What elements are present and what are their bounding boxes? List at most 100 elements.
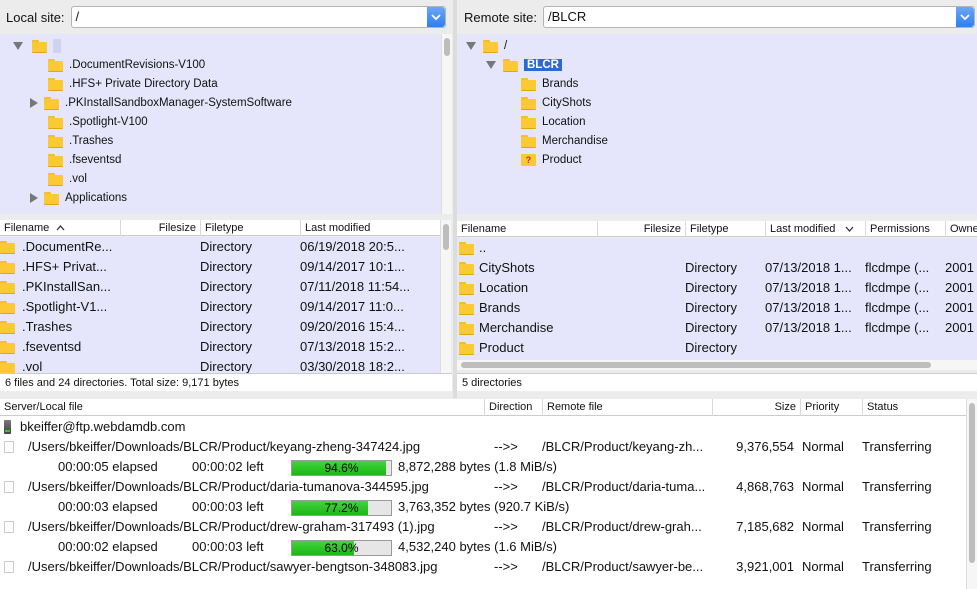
expanded-triangle-icon[interactable] bbox=[12, 40, 24, 52]
tree-item-blcr[interactable]: BLCR bbox=[485, 55, 562, 74]
column-last-modified[interactable]: Last modified bbox=[300, 220, 420, 236]
column-filetype[interactable]: Filetype bbox=[685, 221, 765, 237]
scrollbar-thumb[interactable] bbox=[443, 224, 449, 250]
list-item[interactable]: Product Directory bbox=[457, 338, 977, 358]
list-item[interactable]: .vol Directory 03/30/2018 18:2... bbox=[0, 357, 440, 373]
expanded-triangle-icon[interactable] bbox=[485, 59, 497, 71]
column-priority[interactable]: Priority bbox=[800, 399, 862, 416]
tree-item[interactable]: Applications bbox=[28, 188, 127, 207]
expanded-triangle-icon[interactable] bbox=[465, 40, 477, 52]
list-item[interactable]: .Trashes Directory 09/20/2016 15:4... bbox=[0, 317, 440, 337]
progress-bar: 63.0% bbox=[291, 540, 392, 556]
local-list-scrollbar[interactable] bbox=[440, 220, 451, 373]
chevron-down-icon bbox=[431, 13, 441, 20]
time-left: 00:00:02 left bbox=[192, 459, 264, 474]
column-filesize[interactable]: Filesize bbox=[597, 221, 685, 237]
local-site-path-value: / bbox=[75, 9, 80, 24]
tree-item[interactable]: Brands bbox=[521, 74, 578, 93]
column-status[interactable]: Status bbox=[862, 399, 966, 416]
column-label: Filename bbox=[461, 223, 507, 235]
file-owner: 2001 bbox=[945, 300, 974, 315]
file-modified: 07/13/2018 15:2... bbox=[300, 339, 405, 354]
remote-site-dropdown-button[interactable] bbox=[956, 7, 974, 27]
remote-file-list[interactable]: .. CityShots Directory 07/13/2018 1... flcd… bbox=[457, 238, 977, 360]
list-item[interactable]: .DocumentRe... Directory 06/19/2018 20:5..… bbox=[0, 237, 440, 257]
local-directory-tree[interactable]: .DocumentRevisions-V100 .HFS+ Private Di… bbox=[0, 34, 452, 214]
remote-file-path: /BLCR/Product/sawyer-be... bbox=[542, 559, 704, 574]
column-server-local-file[interactable]: Server/Local file bbox=[0, 399, 484, 416]
remote-site-path-input[interactable]: /BLCR bbox=[542, 6, 975, 28]
column-filename[interactable]: Filename bbox=[0, 220, 120, 236]
list-item[interactable]: Location Directory 07/13/2018 1... flcdmpe … bbox=[457, 278, 977, 298]
column-label: Filetype bbox=[205, 222, 244, 234]
column-direction[interactable]: Direction bbox=[484, 399, 542, 416]
column-size[interactable]: Size bbox=[712, 399, 800, 416]
queue-server-row[interactable]: bkeiffer@ftp.webdamdb.com bbox=[0, 417, 966, 437]
file-modified: 07/13/2018 1... bbox=[765, 320, 852, 335]
tree-item-label: .vol bbox=[69, 172, 87, 185]
queue-transfer-row[interactable]: /Users/bkeiffer/Downloads/BLCR/Product/s… bbox=[0, 557, 966, 577]
column-filetype[interactable]: Filetype bbox=[200, 220, 300, 236]
tree-item[interactable]: .Spotlight-V100 bbox=[48, 112, 148, 131]
list-item[interactable]: Merchandise Directory 07/13/2018 1... flcdm… bbox=[457, 318, 977, 338]
tree-item[interactable]: CityShots bbox=[521, 93, 591, 112]
queue-transfer-row[interactable]: /Users/bkeiffer/Downloads/BLCR/Product/d… bbox=[0, 477, 966, 497]
queue-scrollbar[interactable] bbox=[966, 399, 977, 589]
elapsed-time: 00:00:02 elapsed bbox=[58, 539, 158, 554]
tree-item[interactable]: ? Product bbox=[521, 150, 582, 169]
column-last-modified[interactable]: Last modified bbox=[765, 221, 865, 237]
local-file-list[interactable]: .DocumentRe... Directory 06/19/2018 20:5..… bbox=[0, 237, 440, 373]
tree-item-root[interactable] bbox=[12, 36, 61, 55]
scrollbar-thumb[interactable] bbox=[461, 362, 931, 368]
folder-icon bbox=[48, 58, 63, 72]
scrollbar-thumb[interactable] bbox=[969, 403, 975, 563]
file-name: Product bbox=[479, 340, 524, 355]
tree-item[interactable]: Merchandise bbox=[521, 131, 608, 150]
tree-item-label: .fseventsd bbox=[69, 153, 122, 166]
column-label: Direction bbox=[489, 401, 533, 413]
sort-ascending-icon bbox=[56, 225, 65, 231]
server-icon bbox=[4, 420, 11, 434]
queue-transfer-row[interactable]: /Users/bkeiffer/Downloads/BLCR/Product/d… bbox=[0, 517, 966, 537]
column-permissions[interactable]: Permissions bbox=[865, 221, 945, 237]
local-tree-scrollbar[interactable] bbox=[441, 34, 452, 214]
column-label: Owne bbox=[950, 223, 977, 235]
scrollbar-thumb[interactable] bbox=[444, 38, 450, 56]
transfer-queue[interactable]: Server/Local file Direction Remote file … bbox=[0, 399, 977, 589]
collapsed-triangle-icon[interactable] bbox=[28, 97, 40, 109]
tree-item-root[interactable]: / bbox=[465, 36, 507, 55]
list-item[interactable]: .PKInstallSan... Directory 07/11/2018 11:5… bbox=[0, 277, 440, 297]
queue-header: Server/Local file Direction Remote file … bbox=[0, 399, 966, 416]
tree-item[interactable]: .Trashes bbox=[48, 131, 113, 150]
tree-item[interactable]: .DocumentRevisions-V100 bbox=[48, 55, 205, 74]
file-size: 9,376,554 bbox=[736, 439, 794, 454]
column-filename[interactable]: Filename bbox=[457, 221, 597, 237]
column-filesize[interactable]: Filesize bbox=[120, 220, 200, 236]
local-site-dropdown-button[interactable] bbox=[427, 7, 445, 27]
file-type: Directory bbox=[685, 280, 738, 295]
tree-item[interactable]: .PKInstallSandboxManager-SystemSoftware bbox=[28, 93, 292, 112]
list-item-parent[interactable]: .. bbox=[457, 238, 977, 258]
tree-item[interactable]: .vol bbox=[48, 169, 87, 188]
file-modified: 07/13/2018 1... bbox=[765, 260, 852, 275]
tree-item[interactable]: .fseventsd bbox=[48, 150, 121, 169]
list-item[interactable]: .Spotlight-V1... Directory 09/14/2017 11:0… bbox=[0, 297, 440, 317]
tree-item-label: .Trashes bbox=[69, 134, 114, 147]
remote-file-path: /BLCR/Product/drew-grah... bbox=[542, 519, 702, 534]
column-owner[interactable]: Owne bbox=[945, 221, 977, 237]
collapsed-triangle-icon[interactable] bbox=[28, 192, 40, 204]
tree-item[interactable]: Location bbox=[521, 112, 585, 131]
tree-item[interactable]: .HFS+ Private Directory Data bbox=[48, 74, 218, 93]
column-remote-file[interactable]: Remote file bbox=[542, 399, 712, 416]
list-item[interactable]: .HFS+ Privat... Directory 09/14/2017 10:1.… bbox=[0, 257, 440, 277]
list-item[interactable]: Brands Directory 07/13/2018 1... flcdmpe (.… bbox=[457, 298, 977, 318]
folder-icon bbox=[503, 58, 518, 72]
local-site-path-input[interactable]: / bbox=[70, 6, 446, 28]
list-item[interactable]: CityShots Directory 07/13/2018 1... flcdmpe… bbox=[457, 258, 977, 278]
remote-list-hscrollbar[interactable] bbox=[457, 360, 977, 370]
remote-directory-tree[interactable]: / BLCR Brands CityShots Location Merchan… bbox=[457, 34, 977, 214]
folder-icon bbox=[32, 39, 47, 53]
list-item[interactable]: .fseventsd Directory 07/13/2018 15:2... bbox=[0, 337, 440, 357]
queue-transfer-row[interactable]: /Users/bkeiffer/Downloads/BLCR/Product/k… bbox=[0, 437, 966, 457]
file-name: .Spotlight-V1... bbox=[22, 299, 108, 314]
